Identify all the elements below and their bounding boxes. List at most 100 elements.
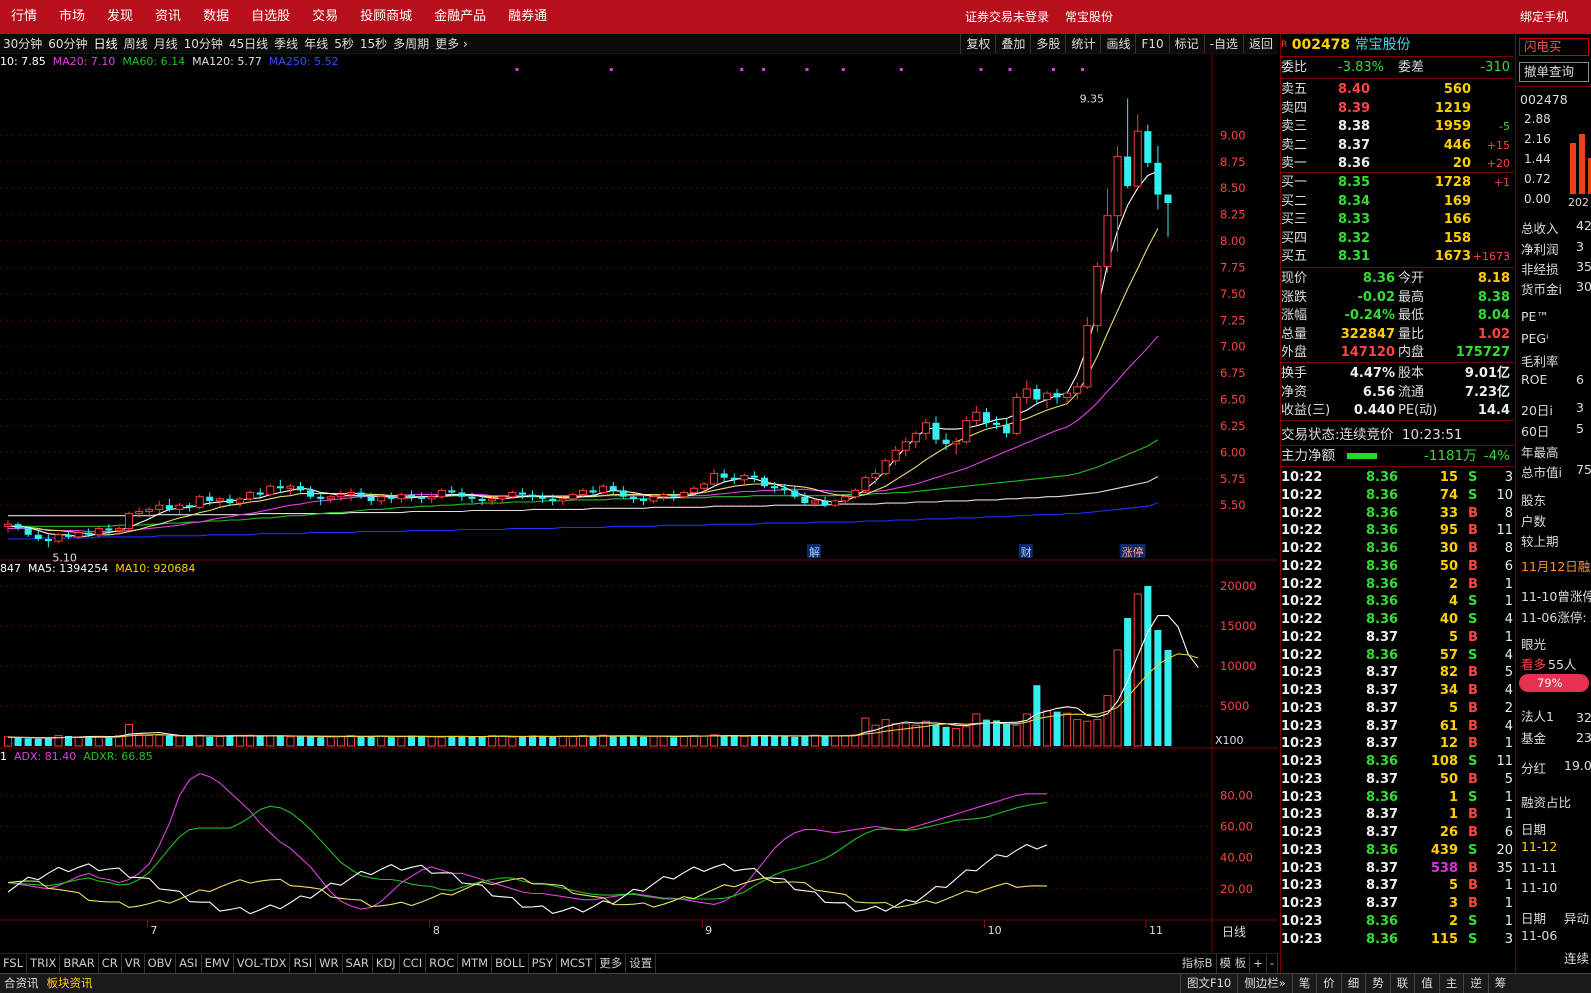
menu-discover[interactable]: 发现: [96, 0, 144, 34]
side-item: 总市值i: [1521, 465, 1562, 480]
tick-volume: 439: [1430, 842, 1458, 858]
menu-news[interactable]: 资讯: [144, 0, 192, 34]
indicator-b-button[interactable]: 指标B: [1179, 954, 1217, 973]
ind-cci[interactable]: CCI: [400, 954, 427, 973]
side-item: 11-10: [1521, 880, 1558, 895]
period-day[interactable]: 日线: [94, 37, 118, 51]
sidebar-toggle[interactable]: 侧边栏»: [1237, 974, 1292, 993]
template-button[interactable]: 模 板: [1217, 954, 1251, 973]
period-month[interactable]: 月线: [154, 37, 178, 51]
volume-bar: [720, 735, 728, 746]
period-10min[interactable]: 10分钟: [184, 37, 223, 51]
tool-draw[interactable]: 画线: [1100, 34, 1135, 54]
ind-obv[interactable]: OBV: [145, 954, 177, 973]
tick-row: 10:23 8.36 115 S 3: [1281, 931, 1514, 949]
ind-vol-tdx[interactable]: VOL-TDX: [234, 954, 291, 973]
price-tick: 7.75: [1220, 260, 1246, 274]
tick-side: S: [1468, 842, 1478, 858]
ind-more[interactable]: 更多: [596, 954, 627, 973]
volume-bar: [871, 724, 880, 747]
event-dot: [609, 68, 613, 71]
ind-emv[interactable]: EMV: [202, 954, 234, 973]
tick-volume: 3: [1448, 896, 1458, 911]
ind-mcst[interactable]: MCST: [557, 954, 597, 973]
volume-bar: [1003, 723, 1011, 746]
tab-xi[interactable]: 细: [1340, 974, 1366, 993]
menu-securities-lending[interactable]: 融券通: [497, 0, 558, 34]
price-tick: 6.75: [1220, 366, 1246, 380]
tool-overlay[interactable]: 叠加: [995, 34, 1030, 54]
ind-rsi[interactable]: RSI: [290, 954, 317, 973]
tick-time: 10:22: [1281, 541, 1323, 556]
kline-chart[interactable]: 9.00 8.75 8.50 8.25 8.00 7.75 7.50 7.25 7.00 6.75…: [0, 54, 1278, 953]
login-status[interactable]: 证券交易未登录: [965, 10, 1049, 24]
menu-market[interactable]: 市场: [48, 0, 96, 34]
period-more[interactable]: 更多 ›: [435, 37, 468, 51]
period-30min[interactable]: 30分钟: [3, 37, 42, 51]
ind-brar[interactable]: BRAR: [60, 954, 99, 973]
candle-body: [235, 498, 245, 504]
menu-watchlist[interactable]: 自选股: [240, 0, 301, 34]
candle-body: [558, 498, 567, 502]
menu-advisor-mall[interactable]: 投顾商城: [349, 0, 423, 34]
tab-zhu[interactable]: 主: [1438, 974, 1464, 993]
menu-data[interactable]: 数据: [192, 0, 240, 34]
bind-phone-link[interactable]: 绑定手机: [1520, 0, 1568, 34]
menu-finance-products[interactable]: 金融产品: [423, 0, 497, 34]
ind-roc[interactable]: ROC: [426, 954, 459, 973]
side-value: 3: [1576, 400, 1584, 415]
sector-news-tab[interactable]: 板块资讯: [43, 974, 97, 993]
period-15sec[interactable]: 15秒: [360, 37, 387, 51]
tool-mark[interactable]: 标记: [1168, 34, 1204, 54]
ind-asi[interactable]: ASI: [176, 954, 202, 973]
ind-sar[interactable]: SAR: [343, 954, 373, 973]
tab-shi[interactable]: 势: [1365, 974, 1390, 993]
tab-ni[interactable]: 逆: [1463, 974, 1488, 993]
ind-trix[interactable]: TRIX: [27, 954, 61, 973]
tick-side: B: [1468, 825, 1478, 840]
ind-mtm[interactable]: MTM: [458, 954, 493, 973]
tab-bi[interactable]: 笔: [1291, 974, 1317, 993]
period-quarter[interactable]: 季线: [274, 37, 298, 51]
ind-settings[interactable]: 设置: [626, 954, 657, 973]
candle-body: [286, 485, 295, 489]
period-45day[interactable]: 45日线: [229, 37, 268, 51]
volume-bar: [781, 736, 789, 746]
tab-zhi[interactable]: 值: [1414, 974, 1439, 993]
tick-side: B: [1468, 541, 1478, 556]
tool-adjust[interactable]: 复权: [960, 34, 995, 54]
menu-quotes[interactable]: 行情: [0, 0, 48, 34]
news-tab[interactable]: 合资讯: [0, 974, 43, 993]
period-60min[interactable]: 60分钟: [48, 37, 87, 51]
tick-side: B: [1468, 878, 1478, 894]
ind-cr[interactable]: CR: [99, 954, 122, 973]
zoom-out-button[interactable]: -: [1267, 954, 1278, 973]
period-5sec[interactable]: 5秒: [334, 37, 354, 51]
tab-chou[interactable]: 筹: [1487, 974, 1513, 993]
tick-count: 2: [1504, 700, 1513, 716]
period-week[interactable]: 周线: [124, 37, 148, 51]
f10-button[interactable]: 图文F10: [1180, 974, 1237, 993]
ind-fsl[interactable]: FSL: [0, 954, 28, 973]
candle-body: [387, 496, 395, 499]
ind-psy[interactable]: PSY: [529, 954, 557, 973]
tool-multistock[interactable]: 多股: [1030, 34, 1065, 54]
ind-wr[interactable]: WR: [316, 954, 343, 973]
period-multi[interactable]: 多周期: [393, 37, 429, 51]
ind-vr[interactable]: VR: [122, 954, 145, 973]
candle-body: [1124, 156, 1132, 187]
tool-back[interactable]: 返回: [1242, 34, 1278, 54]
tool-remove-watch[interactable]: -自选: [1203, 34, 1243, 54]
ind-kdj[interactable]: KDJ: [373, 954, 400, 973]
menu-trade[interactable]: 交易: [301, 0, 349, 34]
ind-boll[interactable]: BOLL: [492, 954, 529, 973]
tab-jia[interactable]: 价: [1316, 974, 1341, 993]
side-item: 毛利率: [1521, 354, 1559, 369]
flash-buy-button[interactable]: 闪电买: [1519, 38, 1589, 56]
tab-lian[interactable]: 联: [1389, 974, 1415, 993]
cancel-query-button[interactable]: 撤单查询: [1519, 62, 1589, 82]
tool-f10[interactable]: F10: [1135, 34, 1168, 54]
zoom-in-button[interactable]: +: [1250, 954, 1267, 973]
period-year[interactable]: 年线: [304, 37, 328, 51]
tool-stats[interactable]: 统计: [1065, 34, 1100, 54]
